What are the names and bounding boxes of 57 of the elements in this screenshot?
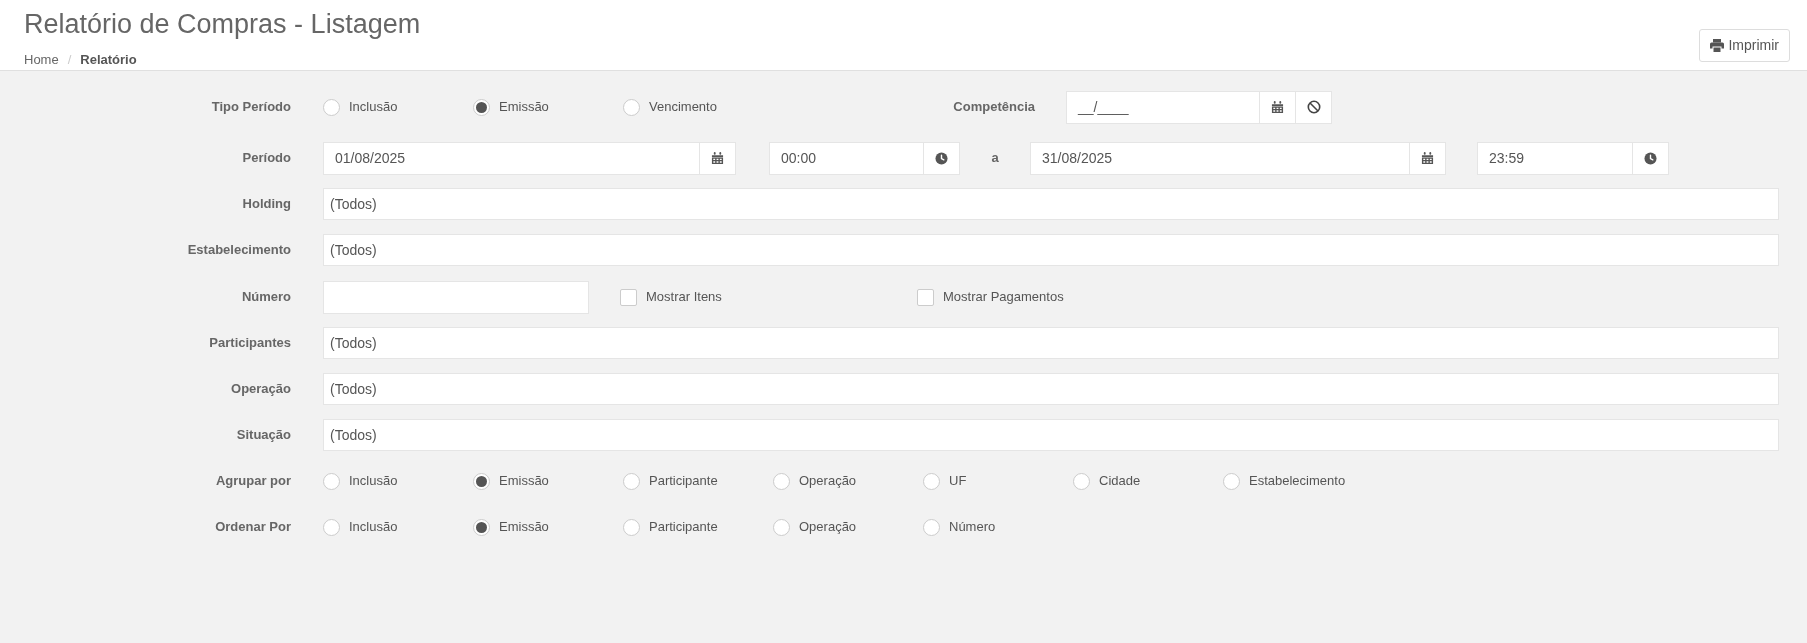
field-label: Número bbox=[240, 288, 292, 307]
field-value: 23:59 bbox=[1489, 148, 1525, 168]
radio-option[interactable]: Inclusão bbox=[323, 97, 398, 117]
input-field[interactable]: 23:59 bbox=[1477, 141, 1669, 175]
field-label: Operação bbox=[230, 380, 292, 399]
select-field[interactable]: (Todos) bbox=[323, 419, 1779, 451]
calendar-icon bbox=[711, 151, 724, 165]
field-label: Agrupar por bbox=[214, 472, 292, 491]
checkbox-option[interactable]: Mostrar Pagamentos bbox=[917, 287, 1064, 307]
radio-option[interactable]: Cidade bbox=[1073, 471, 1141, 491]
input-field[interactable]: 00:00 bbox=[769, 141, 960, 175]
field-label: Participantes bbox=[208, 334, 292, 353]
select-field[interactable]: (Todos) bbox=[323, 373, 1779, 405]
checkbox-option[interactable]: Mostrar Itens bbox=[620, 287, 722, 307]
radio-option[interactable]: Emissão bbox=[473, 97, 549, 117]
input-field[interactable]: 01/08/2025 bbox=[323, 141, 736, 175]
input-field[interactable]: __/____ bbox=[1066, 90, 1332, 124]
range-separator: a bbox=[990, 149, 1000, 168]
clock-icon bbox=[1644, 151, 1657, 165]
field-label: Competência bbox=[952, 98, 1035, 117]
field-placeholder: __/____ bbox=[1078, 97, 1129, 117]
field-label: Ordenar Por bbox=[214, 518, 292, 537]
clock-icon bbox=[935, 151, 948, 165]
field-label: Período bbox=[241, 149, 292, 168]
radio-option[interactable]: Participante bbox=[623, 517, 718, 537]
radio-option[interactable]: Emissão bbox=[473, 471, 549, 491]
calendar-icon bbox=[1421, 151, 1434, 165]
breadcrumb-separator: / bbox=[67, 51, 72, 69]
field-label: Tipo Período bbox=[210, 98, 292, 117]
input-field[interactable] bbox=[323, 280, 589, 314]
radio-option[interactable]: Inclusão bbox=[323, 471, 398, 491]
select-field[interactable]: (Todos) bbox=[323, 234, 1779, 266]
input-field[interactable]: 31/08/2025 bbox=[1030, 141, 1446, 175]
breadcrumb-current: Relatório bbox=[80, 51, 137, 69]
clear-icon bbox=[1306, 100, 1321, 114]
print-button[interactable]: Imprimir bbox=[1699, 29, 1790, 62]
field-value: 00:00 bbox=[781, 148, 817, 168]
radio-option[interactable]: UF bbox=[923, 471, 967, 491]
printer-icon bbox=[1710, 39, 1725, 52]
radio-option[interactable]: Operação bbox=[773, 471, 857, 491]
radio-option[interactable]: Vencimento bbox=[623, 97, 717, 117]
field-label: Situação bbox=[235, 426, 292, 445]
field-value: 01/08/2025 bbox=[335, 148, 406, 168]
field-value: 31/08/2025 bbox=[1042, 148, 1113, 168]
breadcrumb-link[interactable]: Home bbox=[24, 50, 59, 70]
select-field[interactable]: (Todos) bbox=[323, 188, 1779, 220]
radio-option[interactable]: Participante bbox=[623, 471, 718, 491]
radio-option[interactable]: Operação bbox=[773, 517, 857, 537]
radio-option[interactable]: Inclusão bbox=[323, 517, 398, 537]
radio-option[interactable]: Estabelecimento bbox=[1223, 471, 1346, 491]
field-label: Estabelecimento bbox=[186, 241, 292, 260]
radio-option[interactable]: Emissão bbox=[473, 517, 549, 537]
select-field[interactable]: (Todos) bbox=[323, 327, 1779, 359]
calendar-icon bbox=[1271, 100, 1284, 114]
field-label: Holding bbox=[241, 195, 292, 214]
page-title: Relatório de Compras - Listagem bbox=[24, 8, 421, 40]
radio-option[interactable]: Número bbox=[923, 517, 996, 537]
